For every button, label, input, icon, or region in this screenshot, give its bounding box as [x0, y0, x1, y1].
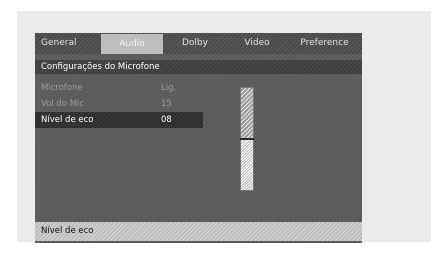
echo-level-slider[interactable]	[240, 87, 254, 191]
tab-preference[interactable]: Preference	[287, 33, 362, 54]
section-title: Configurações do Microfone	[35, 60, 362, 74]
setup-menu-panel: General Audio Dolby Video Preference Con…	[35, 33, 362, 243]
tab-general[interactable]: General	[35, 33, 101, 54]
slider-fill	[241, 139, 253, 190]
menu-item-nivel-de-eco[interactable]: Nível de eco 08	[35, 112, 203, 128]
menu-item-value: 15	[161, 99, 172, 109]
menu-item-vol-do-mic[interactable]: Vol do Mic 15	[35, 96, 210, 112]
status-bar: Nível de eco	[35, 222, 362, 241]
menu-item-label: Vol do Mic	[41, 99, 85, 109]
menu-item-value: Lig.	[161, 83, 177, 93]
slider-thumb[interactable]	[240, 138, 254, 140]
tab-dolby[interactable]: Dolby	[163, 33, 227, 54]
menu-item-microfone[interactable]: Microfone Lig.	[35, 80, 210, 96]
tab-video[interactable]: Video	[227, 33, 287, 54]
settings-list: Microfone Lig. Vol do Mic 15 Nível de ec…	[35, 80, 210, 128]
menu-item-value: 08	[161, 115, 172, 125]
tab-audio[interactable]: Audio	[101, 34, 163, 54]
menu-item-label: Nível de eco	[41, 115, 94, 125]
menu-item-label: Microfone	[41, 83, 83, 93]
tab-bar: General Audio Dolby Video Preference	[35, 33, 362, 54]
